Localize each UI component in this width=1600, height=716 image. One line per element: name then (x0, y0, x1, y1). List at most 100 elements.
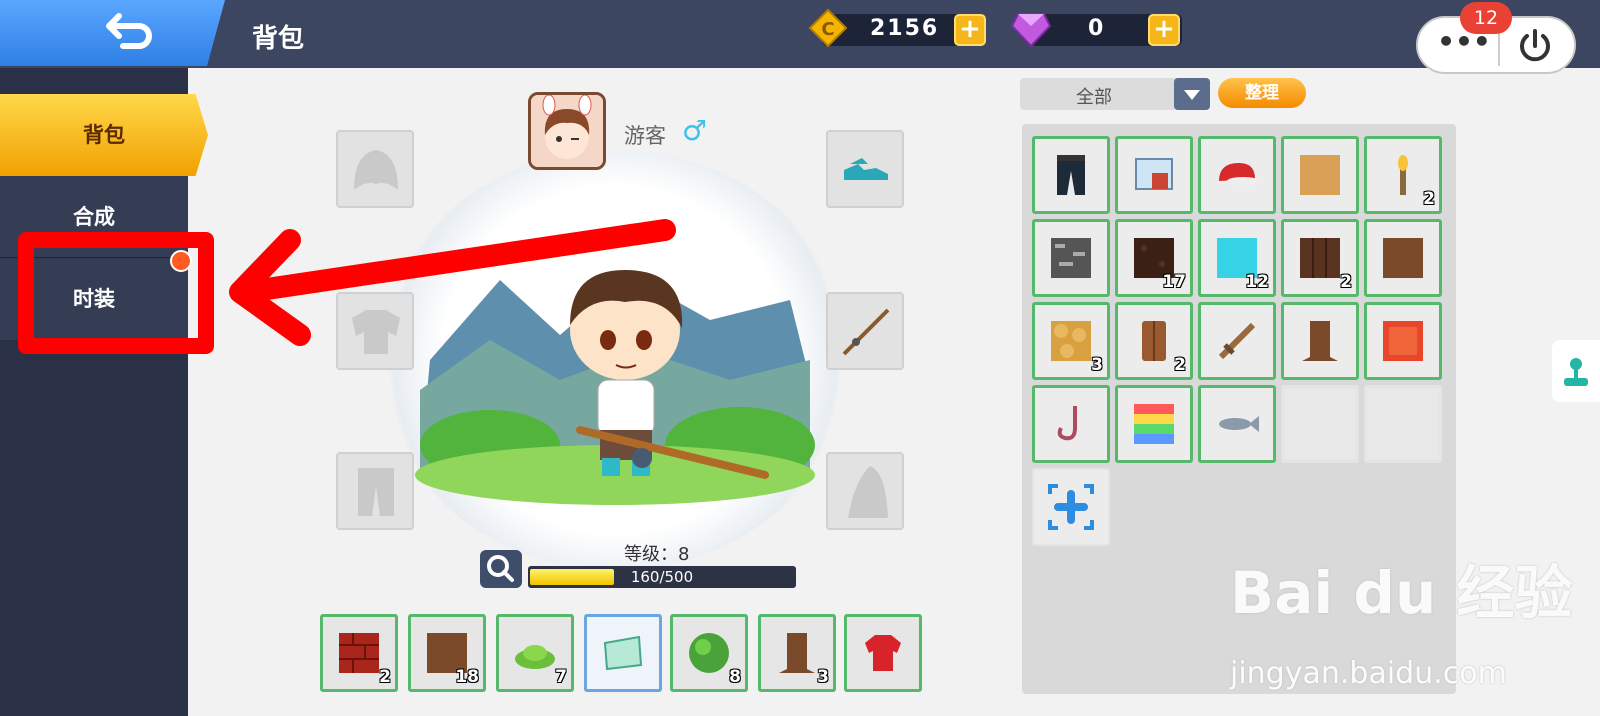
red-cap-icon (1213, 151, 1261, 199)
red-brick-block-icon (335, 629, 383, 677)
hotbar-slot[interactable]: 3 (758, 614, 836, 692)
player-avatar[interactable] (528, 92, 606, 170)
watermark-brand: Bai du 经验 (1230, 559, 1573, 627)
banner-icon (599, 629, 647, 677)
player-name: 游客 (624, 124, 666, 148)
tree-trunk-icon (773, 629, 821, 677)
power-icon[interactable] (1514, 26, 1556, 68)
item-count: 12 (1245, 272, 1269, 292)
hotbar-slot[interactable] (584, 614, 662, 692)
item-count: 3 (817, 667, 829, 687)
male-gender-icon: ♂ (682, 114, 708, 147)
shoes-icon (844, 158, 888, 180)
svg-text:C: C (821, 19, 834, 40)
inventory-slot[interactable]: 12 (1198, 219, 1276, 297)
sidebar: 背包 合成 时装 (0, 68, 208, 716)
wooden-sword-icon (1213, 317, 1261, 365)
hotbar-slot[interactable] (844, 614, 922, 692)
fish-icon (1213, 400, 1261, 448)
item-count: 2 (1340, 272, 1352, 292)
chevron-down-icon (1184, 90, 1200, 100)
annotation-highlight-box (18, 232, 214, 354)
top-bar: 背包 C 2156 + 0 + ••• 12 (0, 0, 1600, 74)
xp-bar: 160/500 (528, 566, 796, 588)
inventory-slot[interactable] (1115, 136, 1193, 214)
log-icon (1130, 317, 1178, 365)
page-title: 背包 (252, 24, 305, 54)
add-gems-button[interactable]: + (1148, 14, 1180, 46)
equip-slot-hat[interactable] (336, 130, 414, 208)
notification-badge: 12 (1460, 2, 1512, 34)
pants-icon (1047, 151, 1095, 199)
inventory-slot[interactable] (1198, 302, 1276, 380)
inventory-slot[interactable] (1281, 302, 1359, 380)
inventory-slot[interactable] (1032, 136, 1110, 214)
inventory-slot[interactable] (1364, 219, 1442, 297)
hotbar-slot[interactable]: 8 (670, 614, 748, 692)
cape-silhouette-icon (848, 466, 888, 518)
expand-inventory-button[interactable] (1032, 468, 1110, 546)
tab-backpack[interactable]: 背包 (0, 94, 208, 176)
stone-block-icon (1047, 234, 1095, 282)
side-panel-toggle[interactable] (1552, 340, 1600, 402)
hotbar-slot[interactable]: 2 (320, 614, 398, 692)
item-count: 17 (1162, 272, 1186, 292)
player-portrait-icon (531, 95, 603, 167)
filter-dropdown-button[interactable] (1174, 78, 1210, 110)
back-arrow-icon (106, 13, 152, 49)
bush-icon (511, 629, 559, 677)
sort-button[interactable]: 整理 (1218, 78, 1306, 108)
inventory-slot-empty[interactable] (1281, 385, 1359, 463)
inventory-slot[interactable]: 2 (1364, 136, 1442, 214)
item-count: 7 (555, 667, 567, 687)
more-options-button[interactable]: ••• (1436, 28, 1492, 62)
filter-value: 全部 (1076, 87, 1112, 108)
crafting-table-icon (1130, 151, 1178, 199)
item-count: 2 (1423, 189, 1435, 209)
inventory-slot[interactable] (1115, 385, 1193, 463)
sand-block-icon (1296, 151, 1344, 199)
inventory-slot[interactable]: 3 (1032, 302, 1110, 380)
inventory-slot[interactable] (1032, 219, 1110, 297)
red-block-icon (1379, 317, 1427, 365)
equip-slot-cape[interactable] (826, 452, 904, 530)
wood-plank-block-icon (1296, 234, 1344, 282)
watermark-url: jingyan.baidu.com (1230, 656, 1507, 691)
gem-value: 0 (1088, 16, 1106, 41)
equip-slot-shoes[interactable] (826, 130, 904, 208)
item-count: 18 (455, 667, 479, 687)
level-label: 等级：8 (624, 544, 690, 565)
inspect-button[interactable] (480, 550, 522, 588)
xp-text: 160/500 (630, 568, 694, 586)
inventory-slot[interactable] (1281, 136, 1359, 214)
fishing-hook-icon (1047, 400, 1095, 448)
pants-silhouette-icon (358, 468, 394, 516)
inventory-slot[interactable]: 2 (1281, 219, 1359, 297)
hat-silhouette-icon (354, 150, 398, 190)
equip-slot-pants[interactable] (336, 452, 414, 530)
inventory-slot[interactable]: 17 (1115, 219, 1193, 297)
item-count: 8 (729, 667, 741, 687)
inventory-slot[interactable]: 2 (1115, 302, 1193, 380)
coin-icon: C (808, 8, 848, 48)
inventory-slot-empty[interactable] (1364, 385, 1442, 463)
add-slot-icon (1048, 484, 1094, 530)
inventory-slot[interactable] (1198, 136, 1276, 214)
hotbar-slot[interactable]: 7 (496, 614, 574, 692)
add-coins-button[interactable]: + (954, 14, 986, 46)
inventory-slot[interactable] (1032, 385, 1110, 463)
item-count: 2 (379, 667, 391, 687)
hotbar-slot[interactable]: 18 (408, 614, 486, 692)
back-button[interactable] (0, 0, 225, 66)
cobblestone-block-icon (1047, 317, 1095, 365)
inventory-slot[interactable] (1364, 302, 1442, 380)
equip-slot-tool[interactable] (826, 292, 904, 370)
leaf-block-icon (685, 629, 733, 677)
inventory-slot[interactable] (1198, 385, 1276, 463)
torch-icon (1379, 151, 1427, 199)
annotation-arrow-icon (229, 219, 676, 346)
fishing-rod-icon (842, 308, 890, 356)
coin-value: 2156 (870, 16, 940, 41)
rainbow-block-icon (1130, 400, 1178, 448)
item-count: 2 (1174, 355, 1186, 375)
